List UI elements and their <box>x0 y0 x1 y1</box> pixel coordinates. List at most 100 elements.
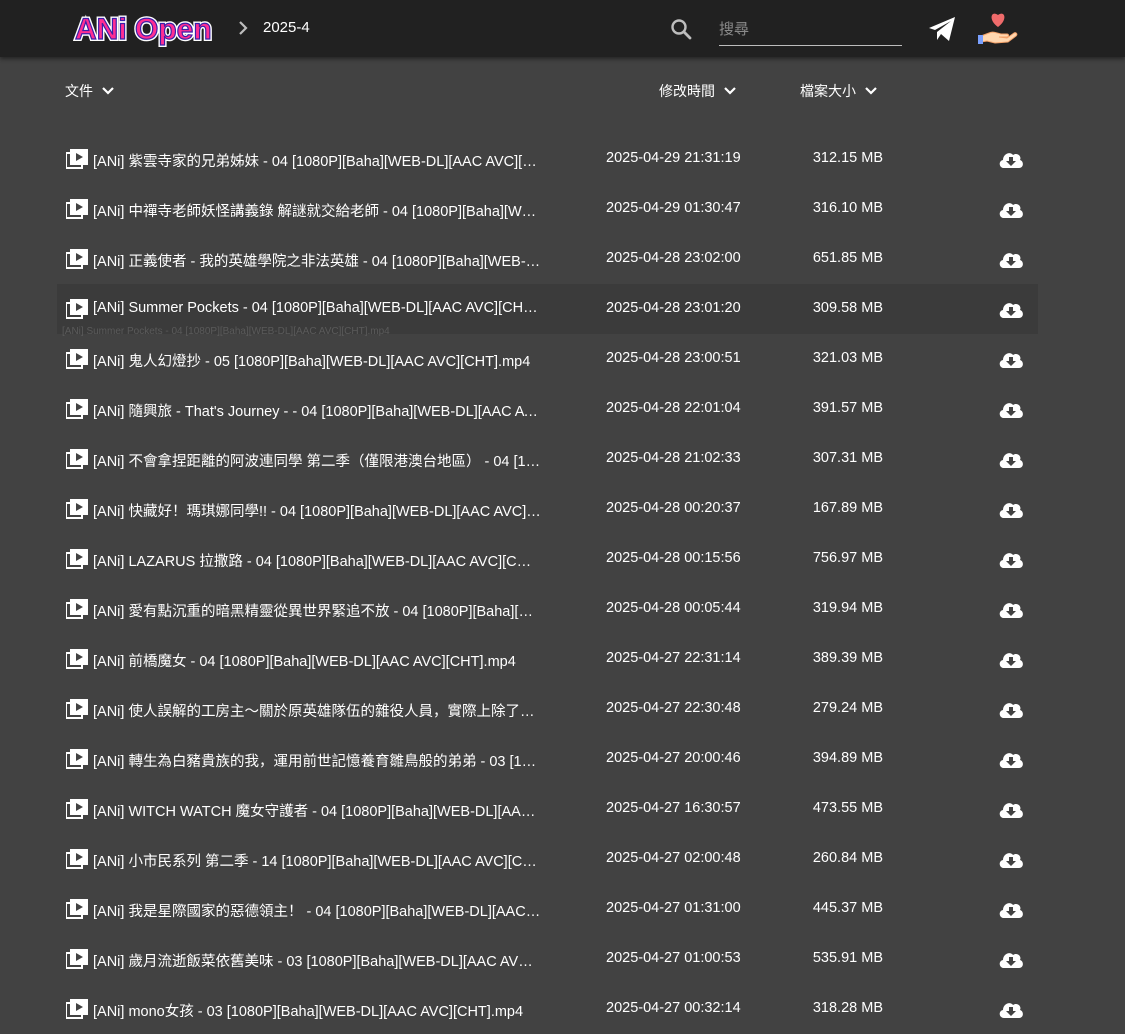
video-file-icon <box>66 499 88 519</box>
cloud-download-icon[interactable] <box>998 149 1024 169</box>
video-file-icon <box>66 699 88 719</box>
cloud-download-icon[interactable] <box>998 249 1024 269</box>
file-row[interactable]: [ANi] 中禪寺老師妖怪講義錄 解謎就交給老師 - 04 [1080P][Ba… <box>57 184 1038 234</box>
cloud-download-icon[interactable] <box>998 599 1024 619</box>
cloud-download-icon[interactable] <box>998 749 1024 769</box>
file-name[interactable]: [ANi] WITCH WATCH 魔女守護者 - 04 [1080P][Bah… <box>93 800 541 821</box>
file-list: [ANi] 紫雲寺家的兄弟姊妹 - 04 [1080P][Baha][WEB-D… <box>57 134 1038 1034</box>
file-row[interactable]: [ANi] 紫雲寺家的兄弟姊妹 - 04 [1080P][Baha][WEB-D… <box>57 134 1038 184</box>
file-modified-time: 2025-04-27 01:31:00 <box>606 900 741 916</box>
cloud-download-icon[interactable] <box>998 499 1024 519</box>
file-name[interactable]: [ANi] Summer Pockets - 04 [1080P][Baha][… <box>93 300 541 316</box>
file-name[interactable]: [ANi] 轉生為白豬貴族的我，運用前世記憶養育雛鳥般的弟弟 - 03 [108… <box>93 750 541 771</box>
column-header-file[interactable]: 文件 <box>65 80 115 102</box>
file-name[interactable]: [ANi] 紫雲寺家的兄弟姊妹 - 04 [1080P][Baha][WEB-D… <box>93 150 541 171</box>
video-file-icon <box>66 449 88 469</box>
video-file-icon <box>66 849 88 869</box>
file-size: 394.89 MB <box>812 750 883 766</box>
file-size: 321.03 MB <box>812 350 883 366</box>
cloud-download-icon[interactable] <box>998 549 1024 569</box>
file-row[interactable]: [ANi] mono女孩 - 03 [1080P][Baha][WEB-DL][… <box>57 984 1038 1034</box>
video-file-icon <box>66 149 88 169</box>
file-modified-time: 2025-04-29 21:31:19 <box>606 150 741 166</box>
column-header-modified[interactable]: 修改時間 <box>659 80 737 102</box>
file-name[interactable]: [ANi] 隨興旅 - That's Journey - - 04 [1080P… <box>93 400 541 421</box>
file-modified-time: 2025-04-29 01:30:47 <box>606 200 741 216</box>
cloud-download-icon[interactable] <box>998 949 1024 969</box>
search-icon[interactable] <box>669 17 693 41</box>
file-name[interactable]: [ANi] 快藏好！瑪琪娜同學!! - 04 [1080P][Baha][WEB… <box>93 500 541 521</box>
file-row[interactable]: [ANi] 轉生為白豬貴族的我，運用前世記憶養育雛鳥般的弟弟 - 03 [108… <box>57 734 1038 784</box>
file-name[interactable]: [ANi] LAZARUS 拉撒路 - 04 [1080P][Baha][WEB… <box>93 550 541 571</box>
file-row[interactable]: [ANi] 歲月流逝飯菜依舊美味 - 03 [1080P][Baha][WEB-… <box>57 934 1038 984</box>
file-modified-time: 2025-04-28 23:01:20 <box>606 300 741 316</box>
cloud-download-icon[interactable] <box>998 399 1024 419</box>
file-row[interactable]: [ANi] 小市民系列 第二季 - 14 [1080P][Baha][WEB-D… <box>57 834 1038 884</box>
breadcrumb-current-folder[interactable]: 2025-4 <box>263 19 310 36</box>
chevron-down-icon <box>865 87 877 95</box>
cloud-download-icon[interactable] <box>998 699 1024 719</box>
telegram-send-icon[interactable] <box>927 15 957 43</box>
video-file-icon <box>66 399 88 419</box>
logo-text-outline: ANi Open <box>75 13 212 46</box>
file-row[interactable]: [ANi] Summer Pockets - 04 [1080P][Baha][… <box>57 284 1038 337</box>
file-name[interactable]: [ANi] 歲月流逝飯菜依舊美味 - 03 [1080P][Baha][WEB-… <box>93 950 541 971</box>
video-file-icon <box>66 299 88 319</box>
file-modified-time: 2025-04-27 20:00:46 <box>606 750 741 766</box>
video-file-icon <box>66 899 88 919</box>
file-row[interactable]: [ANi] 前橋魔女 - 04 [1080P][Baha][WEB-DL][AA… <box>57 634 1038 684</box>
file-name[interactable]: [ANi] 愛有點沉重的暗黑精靈從異世界緊追不放 - 04 [1080P][Ba… <box>93 600 541 621</box>
search-input[interactable] <box>719 14 902 46</box>
file-row[interactable]: [ANi] LAZARUS 拉撒路 - 04 [1080P][Baha][WEB… <box>57 534 1038 584</box>
file-row[interactable]: [ANi] 正義使者 - 我的英雄學院之非法英雄 - 04 [1080P][Ba… <box>57 234 1038 284</box>
cloud-download-icon[interactable] <box>998 649 1024 669</box>
file-row[interactable]: [ANi] 隨興旅 - That's Journey - - 04 [1080P… <box>57 384 1038 434</box>
file-row[interactable]: [ANi] WITCH WATCH 魔女守護者 - 04 [1080P][Bah… <box>57 784 1038 834</box>
file-size: 316.10 MB <box>812 200 883 216</box>
file-size: 309.58 MB <box>812 300 883 316</box>
chevron-down-icon <box>102 87 114 95</box>
file-name[interactable]: [ANi] 小市民系列 第二季 - 14 [1080P][Baha][WEB-D… <box>93 850 541 871</box>
cloud-download-icon[interactable] <box>998 849 1024 869</box>
file-name[interactable]: [ANi] 前橋魔女 - 04 [1080P][Baha][WEB-DL][AA… <box>93 650 541 671</box>
file-name[interactable]: [ANi] 正義使者 - 我的英雄學院之非法英雄 - 04 [1080P][Ba… <box>93 250 541 271</box>
file-name[interactable]: [ANi] 鬼人幻燈抄 - 05 [1080P][Baha][WEB-DL][A… <box>93 350 541 371</box>
file-name[interactable]: [ANi] 中禪寺老師妖怪講義錄 解謎就交給老師 - 04 [1080P][Ba… <box>93 200 541 221</box>
file-size: 391.57 MB <box>812 400 883 416</box>
file-row[interactable]: [ANi] 我是星際國家的惡德領主！ - 04 [1080P][Baha][WE… <box>57 884 1038 934</box>
video-file-icon <box>66 799 88 819</box>
cloud-download-icon[interactable] <box>998 199 1024 219</box>
file-modified-time: 2025-04-28 23:02:00 <box>606 250 741 266</box>
video-file-icon <box>66 999 88 1019</box>
video-file-icon <box>66 649 88 669</box>
file-size: 318.28 MB <box>812 1000 883 1016</box>
file-modified-time: 2025-04-28 00:20:37 <box>606 500 741 516</box>
donate-heart-hand-icon[interactable] <box>977 6 1019 48</box>
file-modified-time: 2025-04-28 00:05:44 <box>606 600 741 616</box>
file-name[interactable]: [ANi] 使人誤解的工房主～關於原英雄隊伍的雜役人員，實際上除了戰鬥以外無所不… <box>93 700 541 721</box>
ani-open-logo[interactable]: ANi Open ANi Open <box>73 8 225 48</box>
file-modified-time: 2025-04-27 22:31:14 <box>606 650 741 666</box>
top-app-bar: ANi Open ANi Open 2025-4 <box>0 0 1125 57</box>
cloud-download-icon[interactable] <box>998 899 1024 919</box>
column-header-size[interactable]: 檔案大小 <box>800 80 878 102</box>
cloud-download-icon[interactable] <box>998 449 1024 469</box>
file-size: 260.84 MB <box>812 850 883 866</box>
video-file-icon <box>66 349 88 369</box>
file-modified-time: 2025-04-27 02:00:48 <box>606 850 741 866</box>
file-row[interactable]: [ANi] 愛有點沉重的暗黑精靈從異世界緊追不放 - 04 [1080P][Ba… <box>57 584 1038 634</box>
file-row[interactable]: [ANi] 使人誤解的工房主～關於原英雄隊伍的雜役人員，實際上除了戰鬥以外無所不… <box>57 684 1038 734</box>
cloud-download-icon[interactable] <box>998 999 1024 1019</box>
file-modified-time: 2025-04-28 23:00:51 <box>606 350 741 366</box>
column-header-modified-label: 修改時間 <box>659 83 715 99</box>
cloud-download-icon[interactable] <box>998 349 1024 369</box>
file-row[interactable]: [ANi] 鬼人幻燈抄 - 05 [1080P][Baha][WEB-DL][A… <box>57 334 1038 384</box>
cloud-download-icon[interactable] <box>998 799 1024 819</box>
file-modified-time: 2025-04-27 01:00:53 <box>606 950 741 966</box>
file-name[interactable]: [ANi] 我是星際國家的惡德領主！ - 04 [1080P][Baha][WE… <box>93 900 541 921</box>
file-name[interactable]: [ANi] 不會拿捏距離的阿波連同學 第二季（僅限港澳台地區） - 04 [10… <box>93 450 541 471</box>
file-row[interactable]: [ANi] 不會拿捏距離的阿波連同學 第二季（僅限港澳台地區） - 04 [10… <box>57 434 1038 484</box>
file-row[interactable]: [ANi] 快藏好！瑪琪娜同學!! - 04 [1080P][Baha][WEB… <box>57 484 1038 534</box>
cloud-download-icon[interactable] <box>998 299 1024 319</box>
file-name[interactable]: [ANi] mono女孩 - 03 [1080P][Baha][WEB-DL][… <box>93 1000 541 1021</box>
